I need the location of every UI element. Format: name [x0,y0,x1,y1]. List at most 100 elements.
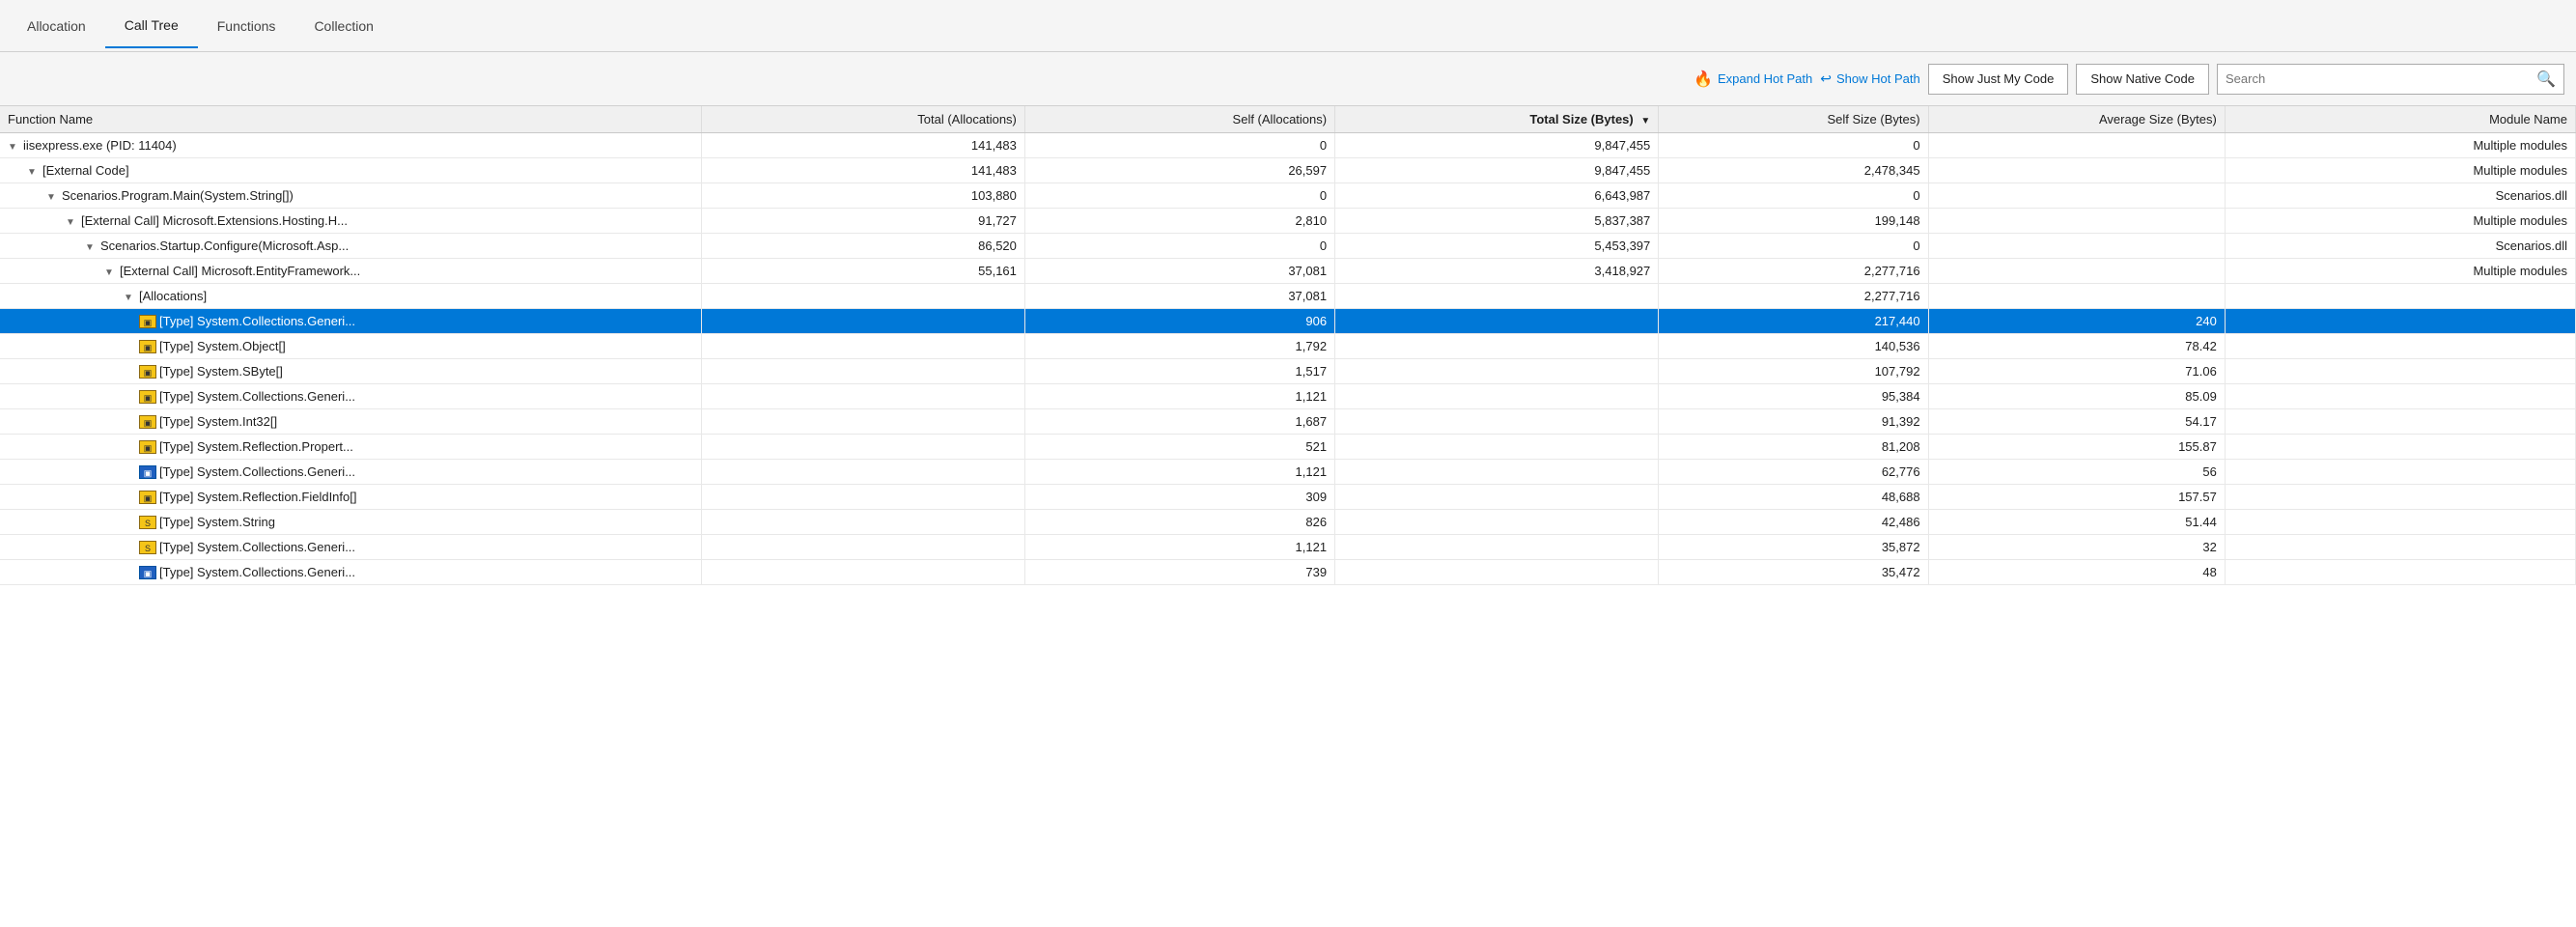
cell-module: Scenarios.dll [2225,234,2575,259]
cell-self-alloc: 1,121 [1024,535,1334,560]
table-row[interactable]: ▣[Type] System.Reflection.FieldInfo[]309… [0,485,2576,510]
table-row[interactable]: ▣[Type] System.Collections.Generi...1,12… [0,460,2576,485]
cell-total-alloc: 91,727 [701,209,1024,234]
cell-module [2225,409,2575,435]
cell-name-text: [Allocations] [139,289,207,303]
table-row[interactable]: [External Call] Microsoft.Extensions.Hos… [0,209,2576,234]
cell-total-alloc [701,485,1024,510]
cell-self-alloc: 906 [1024,309,1334,334]
col-header-self-size[interactable]: Self Size (Bytes) [1659,106,1928,133]
expand-arrow[interactable] [104,267,116,278]
expand-arrow[interactable] [66,217,77,228]
col-header-self-alloc[interactable]: Self (Allocations) [1024,106,1334,133]
cell-self-size: 95,384 [1659,384,1928,409]
cell-name: [External Call] Microsoft.Extensions.Hos… [0,209,701,234]
table-row[interactable]: Scenarios.Program.Main(System.String[])1… [0,183,2576,209]
cell-name-text: [Type] System.Collections.Generi... [159,565,355,579]
cell-name: S[Type] System.Collections.Generi... [0,535,701,560]
table-row[interactable]: S[Type] System.Collections.Generi... 1,12… [0,535,2576,560]
cell-avg-size: 56 [1928,460,2225,485]
show-hot-path-link[interactable]: ↩ Show Hot Path [1820,70,1919,87]
cell-self-size: 48,688 [1659,485,1928,510]
table-row[interactable]: iisexpress.exe (PID: 11404)141,48309,847… [0,133,2576,158]
cell-total-size: 3,418,927 [1335,259,1659,284]
expand-arrow[interactable] [124,293,135,303]
cell-total-alloc: 86,520 [701,234,1024,259]
col-header-name[interactable]: Function Name [0,106,701,133]
show-just-my-code-button[interactable]: Show Just My Code [1928,64,2069,95]
table-row[interactable]: ▣[Type] System.Object[]1,792140,53678.42 [0,334,2576,359]
cell-name: ▣[Type] System.Object[] [0,334,701,359]
tab-functions[interactable]: Functions [198,5,295,47]
table-row[interactable]: S[Type] System.String82642,48651.44 [0,510,2576,535]
tab-allocation[interactable]: Allocation [8,5,105,47]
cell-name-text: [Type] System.Reflection.Propert... [159,439,353,454]
arrow-left-icon: ↩ [1820,70,1832,87]
cell-self-size: 0 [1659,133,1928,158]
table-row[interactable]: [External Call] Microsoft.EntityFramewor… [0,259,2576,284]
cell-total-size: 5,453,397 [1335,234,1659,259]
cell-total-alloc [701,560,1024,585]
cell-total-alloc [701,510,1024,535]
cell-total-alloc: 103,880 [701,183,1024,209]
cell-avg-size: 85.09 [1928,384,2225,409]
cell-self-alloc: 521 [1024,435,1334,460]
cell-module [2225,535,2575,560]
col-header-module[interactable]: Module Name [2225,106,2575,133]
cell-total-size [1335,309,1659,334]
cell-module: Multiple modules [2225,259,2575,284]
cell-self-size: 107,792 [1659,359,1928,384]
expand-arrow[interactable] [85,242,97,253]
table-row[interactable]: ▣[Type] System.SByte[]1,517107,79271.06 [0,359,2576,384]
table-row[interactable]: ▣[Type] System.Collections.Generi...7393… [0,560,2576,585]
cell-total-size: 6,643,987 [1335,183,1659,209]
show-native-code-button[interactable]: Show Native Code [2076,64,2209,95]
expand-arrow[interactable] [8,142,19,153]
cell-total-size [1335,359,1659,384]
col-header-total-alloc[interactable]: Total (Allocations) [701,106,1024,133]
expand-hot-path-link[interactable]: 🔥 Expand Hot Path [1694,70,1812,89]
table-header-row: Function Name Total (Allocations) Self (… [0,106,2576,133]
search-icon[interactable]: 🔍 [2536,70,2556,89]
cell-name: [Allocations] [0,284,701,309]
cell-total-size: 9,847,455 [1335,133,1659,158]
sort-desc-icon: ▼ [1640,116,1650,126]
table-row[interactable]: ▣[Type] System.Collections.Generi...1,12… [0,384,2576,409]
tab-call-tree[interactable]: Call Tree [105,4,198,48]
cell-total-size [1335,384,1659,409]
cell-avg-size [1928,158,2225,183]
cell-name-text: [Type] System.Collections.Generi... [159,464,355,479]
cell-avg-size [1928,234,2225,259]
cell-name: ▣[Type] System.Reflection.Propert... [0,435,701,460]
table-row[interactable]: ▣[Type] System.Reflection.Propert...5218… [0,435,2576,460]
cell-name: [External Code] [0,158,701,183]
cell-name-text: [Type] System.Collections.Generi... [159,389,355,404]
tab-collection[interactable]: Collection [294,5,392,47]
table-row[interactable]: [Allocations]37,0812,277,716 [0,284,2576,309]
cell-self-alloc: 1,517 [1024,359,1334,384]
expand-hot-path-label: Expand Hot Path [1718,71,1812,86]
cell-self-size: 0 [1659,234,1928,259]
cell-name-text: [External Code] [42,163,129,178]
cell-total-alloc: 141,483 [701,133,1024,158]
col-header-total-size[interactable]: Total Size (Bytes) ▼ [1335,106,1659,133]
table-row[interactable]: [External Code]141,48326,5979,847,4552,4… [0,158,2576,183]
cell-name: [External Call] Microsoft.EntityFramewor… [0,259,701,284]
cell-total-alloc: 55,161 [701,259,1024,284]
expand-arrow[interactable] [27,167,39,178]
cell-avg-size: 157.57 [1928,485,2225,510]
table-row[interactable]: ▣[Type] System.Int32[]1,68791,39254.17 [0,409,2576,435]
cell-total-size [1335,560,1659,585]
col-header-avg-size[interactable]: Average Size (Bytes) [1928,106,2225,133]
cell-total-alloc [701,334,1024,359]
cell-self-alloc: 1,121 [1024,460,1334,485]
search-input[interactable] [2226,71,2533,86]
cell-module [2225,284,2575,309]
cell-module: Multiple modules [2225,209,2575,234]
cell-name: Scenarios.Startup.Configure(Microsoft.As… [0,234,701,259]
table-row[interactable]: Scenarios.Startup.Configure(Microsoft.As… [0,234,2576,259]
table-row[interactable]: ▣[Type] System.Collections.Generi...9062… [0,309,2576,334]
cell-total-size [1335,334,1659,359]
tab-bar: Allocation Call Tree Functions Collectio… [0,0,2576,52]
expand-arrow[interactable] [46,192,58,203]
